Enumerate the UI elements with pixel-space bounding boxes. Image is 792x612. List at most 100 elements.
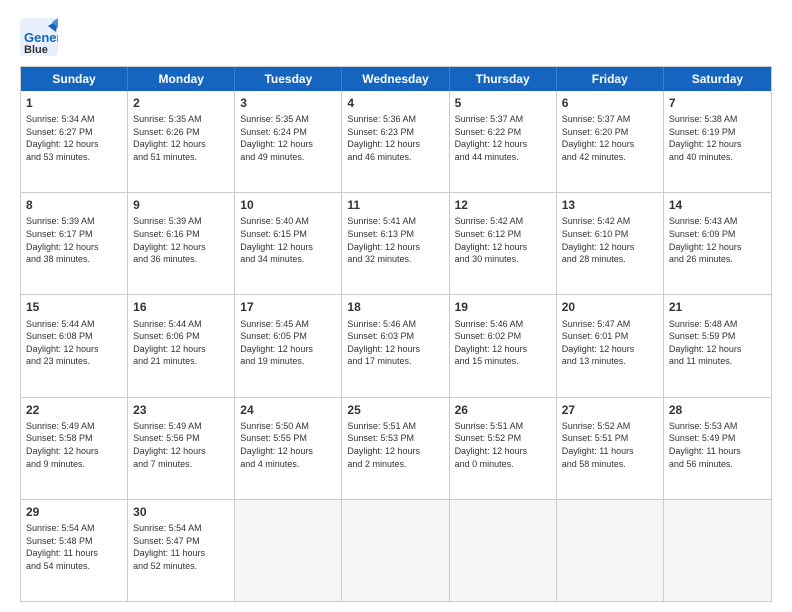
calendar-week: 1 Sunrise: 5:34 AM Sunset: 6:27 PM Daylig… [21,91,771,193]
calendar-cell: 21Sunrise: 5:48 AM Sunset: 5:59 PM Dayli… [664,295,771,396]
day-info: Sunrise: 5:49 AM Sunset: 5:56 PM Dayligh… [133,420,229,470]
day-number: 8 [26,197,122,213]
day-info: Sunrise: 5:39 AM Sunset: 6:17 PM Dayligh… [26,215,122,265]
logo: General Blue [20,18,58,56]
day-number: 26 [455,402,551,418]
header: General Blue [20,18,772,56]
day-number: 30 [133,504,229,520]
calendar-cell [342,500,449,601]
day-info: Sunrise: 5:44 AM Sunset: 6:06 PM Dayligh… [133,318,229,368]
day-info: Sunrise: 5:38 AM Sunset: 6:19 PM Dayligh… [669,113,766,163]
day-info: Sunrise: 5:48 AM Sunset: 5:59 PM Dayligh… [669,318,766,368]
day-number: 13 [562,197,658,213]
page: General Blue SundayMondayTuesdayWednesda… [0,0,792,612]
day-info: Sunrise: 5:46 AM Sunset: 6:02 PM Dayligh… [455,318,551,368]
day-info: Sunrise: 5:39 AM Sunset: 6:16 PM Dayligh… [133,215,229,265]
calendar-cell [235,500,342,601]
calendar-cell: 30 Sunrise: 5:54 AM Sunset: 5:47 PM Dayli… [128,500,235,601]
calendar-cell: 9 Sunrise: 5:39 AM Sunset: 6:16 PM Daylig… [128,193,235,294]
day-number: 6 [562,95,658,111]
calendar-cell: 8 Sunrise: 5:39 AM Sunset: 6:17 PM Daylig… [21,193,128,294]
calendar-cell: 4 Sunrise: 5:36 AM Sunset: 6:23 PM Daylig… [342,91,449,192]
calendar-cell: 6 Sunrise: 5:37 AM Sunset: 6:20 PM Daylig… [557,91,664,192]
day-number: 29 [26,504,122,520]
day-info: Sunrise: 5:54 AM Sunset: 5:48 PM Dayligh… [26,522,122,572]
day-info: Sunrise: 5:36 AM Sunset: 6:23 PM Dayligh… [347,113,443,163]
calendar-cell: 28 Sunrise: 5:53 AM Sunset: 5:49 PM Dayli… [664,398,771,499]
calendar-cell: 23 Sunrise: 5:49 AM Sunset: 5:56 PM Dayli… [128,398,235,499]
day-number: 4 [347,95,443,111]
calendar-cell: 26 Sunrise: 5:51 AM Sunset: 5:52 PM Dayli… [450,398,557,499]
day-info: Sunrise: 5:44 AM Sunset: 6:08 PM Dayligh… [26,318,122,368]
day-number: 28 [669,402,766,418]
calendar-cell: 27Sunrise: 5:52 AM Sunset: 5:51 PM Dayli… [557,398,664,499]
calendar-cell: 15 Sunrise: 5:44 AM Sunset: 6:08 PM Dayli… [21,295,128,396]
calendar-cell: 22 Sunrise: 5:49 AM Sunset: 5:58 PM Dayli… [21,398,128,499]
day-info: Sunrise: 5:49 AM Sunset: 5:58 PM Dayligh… [26,420,122,470]
calendar-cell: 25Sunrise: 5:51 AM Sunset: 5:53 PM Dayli… [342,398,449,499]
day-number: 9 [133,197,229,213]
calendar-cell: 12 Sunrise: 5:42 AM Sunset: 6:12 PM Dayli… [450,193,557,294]
day-number: 10 [240,197,336,213]
calendar-cell: 17 Sunrise: 5:45 AM Sunset: 6:05 PM Dayli… [235,295,342,396]
day-info: Sunrise: 5:51 AM Sunset: 5:52 PM Dayligh… [455,420,551,470]
day-info: Sunrise: 5:37 AM Sunset: 6:22 PM Dayligh… [455,113,551,163]
day-info: Sunrise: 5:42 AM Sunset: 6:12 PM Dayligh… [455,215,551,265]
calendar-cell: 24Sunrise: 5:50 AM Sunset: 5:55 PM Dayli… [235,398,342,499]
svg-text:General: General [24,30,58,45]
day-info: Sunrise: 5:53 AM Sunset: 5:49 PM Dayligh… [669,420,766,470]
logo-icon: General Blue [20,18,58,56]
calendar-cell [557,500,664,601]
day-number: 16 [133,299,229,315]
day-number: 5 [455,95,551,111]
day-info: Sunrise: 5:54 AM Sunset: 5:47 PM Dayligh… [133,522,229,572]
day-number: 14 [669,197,766,213]
calendar-cell: 14 Sunrise: 5:43 AM Sunset: 6:09 PM Dayli… [664,193,771,294]
day-info: Sunrise: 5:47 AM Sunset: 6:01 PM Dayligh… [562,318,658,368]
day-info: Sunrise: 5:46 AM Sunset: 6:03 PM Dayligh… [347,318,443,368]
calendar-cell [664,500,771,601]
calendar-day-header: Thursday [450,67,557,91]
calendar-cell: 3 Sunrise: 5:35 AM Sunset: 6:24 PM Daylig… [235,91,342,192]
day-info: Sunrise: 5:45 AM Sunset: 6:05 PM Dayligh… [240,318,336,368]
calendar: SundayMondayTuesdayWednesdayThursdayFrid… [20,66,772,602]
day-number: 22 [26,402,122,418]
calendar-week: 29 Sunrise: 5:54 AM Sunset: 5:48 PM Dayli… [21,500,771,601]
day-number: 3 [240,95,336,111]
calendar-week: 8 Sunrise: 5:39 AM Sunset: 6:17 PM Daylig… [21,193,771,295]
calendar-day-header: Monday [128,67,235,91]
calendar-cell: 29 Sunrise: 5:54 AM Sunset: 5:48 PM Dayli… [21,500,128,601]
calendar-cell [450,500,557,601]
day-number: 1 [26,95,122,111]
day-number: 20 [562,299,658,315]
calendar-body: 1 Sunrise: 5:34 AM Sunset: 6:27 PM Daylig… [21,91,771,601]
day-info: Sunrise: 5:34 AM Sunset: 6:27 PM Dayligh… [26,113,122,163]
calendar-cell: 19 Sunrise: 5:46 AM Sunset: 6:02 PM Dayli… [450,295,557,396]
svg-text:Blue: Blue [24,44,48,56]
calendar-cell: 5 Sunrise: 5:37 AM Sunset: 6:22 PM Daylig… [450,91,557,192]
calendar-day-header: Friday [557,67,664,91]
day-info: Sunrise: 5:35 AM Sunset: 6:26 PM Dayligh… [133,113,229,163]
day-number: 17 [240,299,336,315]
day-info: Sunrise: 5:52 AM Sunset: 5:51 PM Dayligh… [562,420,658,470]
calendar-week: 15 Sunrise: 5:44 AM Sunset: 6:08 PM Dayli… [21,295,771,397]
calendar-day-header: Tuesday [235,67,342,91]
day-info: Sunrise: 5:42 AM Sunset: 6:10 PM Dayligh… [562,215,658,265]
day-info: Sunrise: 5:35 AM Sunset: 6:24 PM Dayligh… [240,113,336,163]
calendar-cell: 11 Sunrise: 5:41 AM Sunset: 6:13 PM Dayli… [342,193,449,294]
day-number: 15 [26,299,122,315]
calendar-day-header: Wednesday [342,67,449,91]
day-number: 18 [347,299,443,315]
day-info: Sunrise: 5:41 AM Sunset: 6:13 PM Dayligh… [347,215,443,265]
day-info: Sunrise: 5:37 AM Sunset: 6:20 PM Dayligh… [562,113,658,163]
day-number: 19 [455,299,551,315]
day-info: Sunrise: 5:51 AM Sunset: 5:53 PM Dayligh… [347,420,443,470]
day-number: 11 [347,197,443,213]
calendar-cell: 7Sunrise: 5:38 AM Sunset: 6:19 PM Daylig… [664,91,771,192]
calendar-cell: 16 Sunrise: 5:44 AM Sunset: 6:06 PM Dayli… [128,295,235,396]
day-info: Sunrise: 5:43 AM Sunset: 6:09 PM Dayligh… [669,215,766,265]
calendar-cell: 20 Sunrise: 5:47 AM Sunset: 6:01 PM Dayli… [557,295,664,396]
calendar-week: 22 Sunrise: 5:49 AM Sunset: 5:58 PM Dayli… [21,398,771,500]
day-number: 12 [455,197,551,213]
day-number: 23 [133,402,229,418]
